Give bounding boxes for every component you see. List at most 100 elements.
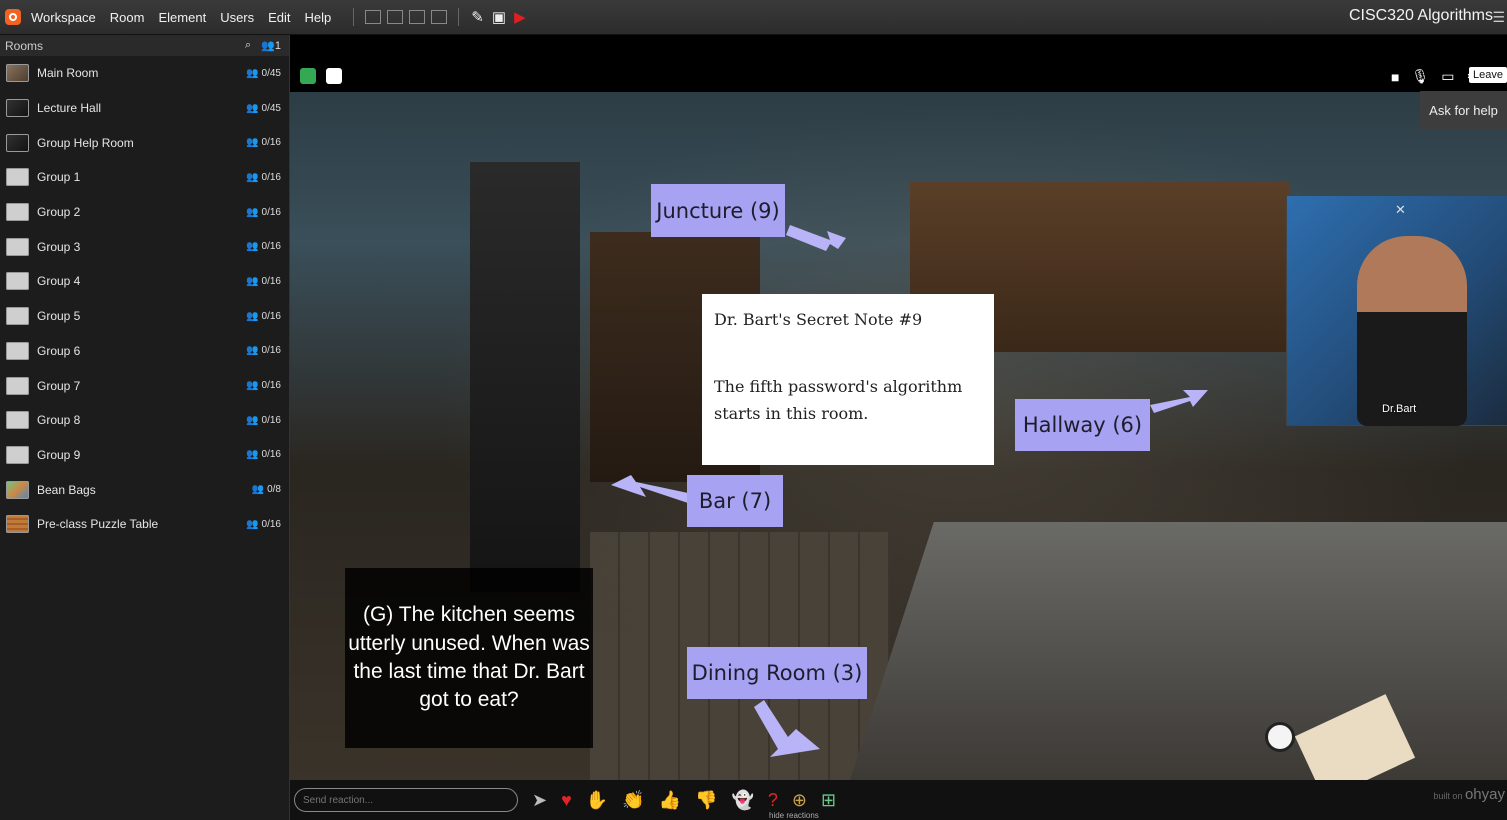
scene-counter <box>850 522 1507 780</box>
room-item[interactable]: Group 5 👥 0/16 <box>0 299 289 334</box>
note-body: The fifth password's algorithm starts in… <box>714 377 963 424</box>
room-thumbnail <box>6 376 29 395</box>
caption-text: (G) The kitchen seems utterly unused. Wh… <box>348 603 590 712</box>
room-item[interactable]: Group 7 👥 0/16 <box>0 368 289 403</box>
menu-workspace[interactable]: Workspace <box>31 10 96 25</box>
room-name: Bean Bags <box>37 482 96 497</box>
people-icon: 👥 <box>246 275 262 287</box>
exit-hallway[interactable]: Hallway (6) <box>1015 399 1150 451</box>
room-item[interactable]: Group 2 👥 0/16 <box>0 195 289 230</box>
layout-left-icon[interactable] <box>387 10 404 24</box>
play-icon[interactable]: ▶ <box>514 8 526 26</box>
exit-juncture[interactable]: Juncture (9) <box>651 184 785 237</box>
room-item[interactable]: Group 6 👥 0/16 <box>0 334 289 369</box>
room-item[interactable]: Lecture Hall 👥 0/45 <box>0 91 289 126</box>
room-occupancy: 👥 0/16 <box>246 172 281 183</box>
search-icon[interactable]: ⌕ <box>245 39 251 52</box>
room-occupancy-value: 0/16 <box>261 241 281 253</box>
map-icon[interactable] <box>300 68 316 84</box>
room-name: Group 8 <box>37 413 81 428</box>
menu-users[interactable]: Users <box>220 10 254 25</box>
room-name: Group 3 <box>37 239 81 254</box>
users-count-value: 1 <box>274 40 281 52</box>
screen-share-icon[interactable]: ▭ <box>1441 68 1454 85</box>
add-reaction-icon[interactable]: ⊕ <box>792 790 807 811</box>
room-thumbnail <box>6 203 29 222</box>
room-item[interactable]: Group 3 👥 0/16 <box>0 229 289 264</box>
people-icon: 👥 <box>246 310 262 322</box>
people-icon: 👥 <box>246 206 262 218</box>
people-icon: 👥 <box>246 380 262 392</box>
room-item[interactable]: Pre-class Puzzle Table 👥 0/16 <box>0 507 289 542</box>
room-occupancy: 👥 0/16 <box>246 415 281 426</box>
built-on-badge[interactable]: built on ohyay <box>1433 786 1505 803</box>
room-item[interactable]: Main Room 👥 0/45 <box>0 56 289 91</box>
exit-dining-room[interactable]: Dining Room (3) <box>687 647 867 699</box>
thumbs-down-icon[interactable]: 👎 <box>695 790 717 811</box>
layout-right-icon[interactable] <box>431 10 448 24</box>
menu-room[interactable]: Room <box>110 10 145 25</box>
edit-icon[interactable]: ✎ <box>471 8 484 26</box>
mic-muted-icon[interactable]: 🎙 <box>1411 68 1429 85</box>
room-occupancy-value: 0/16 <box>261 414 281 426</box>
room-occupancy-value: 0/16 <box>261 449 281 461</box>
reaction-input[interactable] <box>294 788 518 812</box>
backpack-icon[interactable] <box>326 68 342 84</box>
app-logo-icon[interactable] <box>5 9 21 25</box>
clapperboard-icon[interactable]: ▣ <box>492 8 506 26</box>
room-thumbnail <box>6 237 29 256</box>
scene-fridge <box>470 162 580 592</box>
brand-name: ohyay <box>1464 786 1505 803</box>
thumbs-up-icon[interactable]: 👍 <box>659 790 681 811</box>
room-item[interactable]: Group 1 👥 0/16 <box>0 160 289 195</box>
plus-icon[interactable]: ⊞ <box>821 790 836 811</box>
heart-icon[interactable]: ♥ <box>561 790 572 811</box>
room-name: Group 4 <box>37 274 81 289</box>
menu-edit[interactable]: Edit <box>268 10 290 25</box>
rooms-header: Rooms ⌕ 👥1 <box>0 35 289 56</box>
ghost-icon[interactable]: 👻 <box>731 790 753 811</box>
note-spacer <box>714 333 982 373</box>
magnifier-icon[interactable] <box>1265 722 1295 752</box>
room-item[interactable]: Group 9 👥 0/16 <box>0 438 289 473</box>
menu-bar: Workspace Room Element Users Edit Help ✎… <box>0 0 1507 35</box>
room-item[interactable]: Group Help Room 👥 0/16 <box>0 125 289 160</box>
room-name: Group 1 <box>37 170 81 185</box>
divider <box>458 8 460 26</box>
room-name: Group 6 <box>37 343 81 358</box>
room-item[interactable]: Group 8 👥 0/16 <box>0 403 289 438</box>
room-item[interactable]: Group 4 👥 0/16 <box>0 264 289 299</box>
room-thumbnail <box>6 480 29 499</box>
room-name: Group 2 <box>37 205 81 220</box>
video-tile[interactable]: ✕ Dr.Bart <box>1286 195 1507 426</box>
room-occupancy: 👥 0/8 <box>252 484 281 495</box>
room-occupancy-value: 0/16 <box>261 380 281 392</box>
ask-for-help-button[interactable]: Ask for help <box>1420 91 1507 129</box>
layout-bottom-icon[interactable] <box>409 10 426 24</box>
exit-bar[interactable]: Bar (7) <box>687 475 783 527</box>
room-thumbnail <box>6 411 29 430</box>
room-name: Group 9 <box>37 447 81 462</box>
leave-button[interactable]: Leave <box>1469 67 1507 83</box>
menu-element[interactable]: Element <box>158 10 206 25</box>
room-name: Main Room <box>37 66 99 81</box>
camera-icon[interactable]: ■ <box>1391 69 1399 85</box>
question-icon[interactable]: ? <box>768 790 778 811</box>
room-occupancy: 👥 0/16 <box>246 519 281 530</box>
room-occupancy: 👥 0/45 <box>246 103 281 114</box>
room-thumbnail <box>6 133 29 152</box>
people-icon: 👥 <box>246 171 262 183</box>
clap-icon[interactable]: 👏 <box>622 790 644 811</box>
hamburger-icon[interactable]: ☰ <box>1492 9 1505 26</box>
room-occupancy: 👥 0/16 <box>246 449 281 460</box>
room-thumbnail <box>6 445 29 464</box>
room-item[interactable]: Bean Bags 👥 0/8 <box>0 472 289 507</box>
hide-reactions-link[interactable]: hide reactions <box>769 811 819 820</box>
send-icon[interactable]: ➤ <box>532 790 547 811</box>
layout-free-icon[interactable] <box>365 10 382 24</box>
wave-hand-icon[interactable]: ✋ <box>586 790 608 811</box>
menu-help[interactable]: Help <box>305 10 332 25</box>
people-icon: 👥 <box>246 241 262 253</box>
mic-off-icon: ✕ <box>1395 202 1406 217</box>
secret-note: Dr. Bart's Secret Note #9 The fifth pass… <box>702 294 994 465</box>
